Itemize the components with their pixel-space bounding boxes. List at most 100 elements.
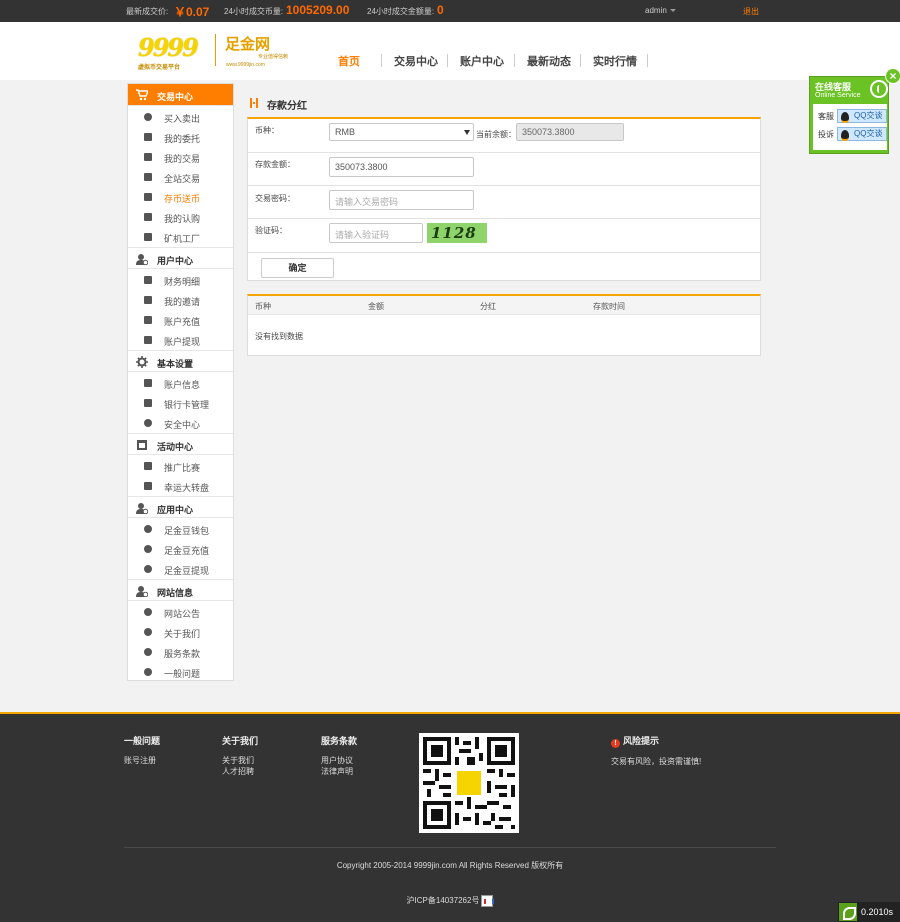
captcha-input[interactable]: 请输入验证码	[329, 223, 423, 243]
sidebar-item-faq[interactable]: 一般问题	[128, 662, 233, 682]
footer-link-about[interactable]: 关于我们	[222, 755, 258, 766]
leaf-icon	[839, 903, 857, 921]
info-icon	[144, 545, 152, 553]
logout-link[interactable]: 退出	[743, 6, 759, 17]
sidebar: 交易中心 买入卖出 我的委托 我的交易 全站交易 存币送币 我的认购 矿机工厂 …	[127, 83, 234, 681]
sidebar-group-user[interactable]: 用户中心	[128, 247, 233, 269]
sidebar-item-announcements[interactable]: 网站公告	[128, 602, 233, 622]
currency-value: RMB	[335, 127, 355, 137]
footer-col-terms: 服务条款 用户协议 法律声明	[321, 734, 357, 777]
info-icon	[144, 565, 152, 573]
card-icon	[144, 193, 152, 201]
sidebar-item-withdraw[interactable]: 账户提现	[128, 330, 233, 350]
footer-link-jobs[interactable]: 人才招聘	[222, 766, 258, 777]
sidebar-group-activity[interactable]: 活动中心	[128, 433, 233, 455]
password-label: 交易密码：	[255, 194, 295, 203]
currency-select[interactable]: RMB	[329, 123, 474, 141]
sidebar-item-lucky-wheel[interactable]: 幸运大转盘	[128, 476, 233, 496]
page-timer: 0.2010s	[838, 902, 900, 922]
captcha-image[interactable]: 1128	[427, 223, 487, 243]
sidebar-item-finance-detail[interactable]: 财务明细	[128, 270, 233, 290]
stats-icon[interactable]	[481, 895, 495, 907]
nav-trade-center[interactable]: 交易中心	[394, 53, 438, 69]
nav-separator	[580, 54, 581, 67]
user-menu[interactable]: admin	[645, 6, 676, 15]
card-icon	[144, 336, 152, 344]
sidebar-group-trade[interactable]: 交易中心	[128, 84, 233, 106]
sidebar-item-label: 网站公告	[164, 609, 201, 619]
empty-message: 没有找到数据	[255, 332, 303, 341]
sidebar-item-promo-contest[interactable]: 推广比赛	[128, 456, 233, 476]
sidebar-item-about-us[interactable]: 关于我们	[128, 622, 233, 642]
cart-icon	[136, 89, 148, 101]
sidebar-item-buy-sell[interactable]: 买入卖出	[128, 107, 233, 127]
info-icon	[144, 113, 152, 121]
online-service-widget: × 在线客服 Online Service 客服 QQ交谈 投诉 QQ交谈	[809, 68, 900, 154]
nav-separator	[381, 54, 382, 67]
sidebar-item-terms[interactable]: 服务条款	[128, 642, 233, 662]
sidebar-item-my-invites[interactable]: 我的邀请	[128, 290, 233, 310]
info-icon	[144, 648, 152, 656]
nav-home[interactable]: 首页	[338, 53, 360, 69]
logo-slogan: 专业值得信赖	[258, 54, 289, 60]
sidebar-item-miner-factory[interactable]: 矿机工厂	[128, 227, 233, 247]
last-price-label: 最新成交价:	[126, 7, 169, 16]
service-subtitle: Online Service	[815, 92, 861, 99]
sidebar-item-deposit-bonus[interactable]: 存币送币	[128, 187, 233, 207]
footer-heading: ! 风险提示	[611, 734, 701, 748]
amt24-value: 0	[437, 3, 444, 17]
logo-number: 9999	[138, 33, 199, 62]
sidebar-group-title: 用户中心	[157, 256, 194, 266]
sidebar-item-bank-cards[interactable]: 银行卡管理	[128, 393, 233, 413]
timer-value: 0.2010s	[861, 907, 894, 917]
user-icon	[136, 503, 148, 514]
sidebar-item-account-info[interactable]: 账户信息	[128, 373, 233, 393]
sidebar-item-label: 账户信息	[164, 380, 201, 390]
logo-domain: www.9999jin.com	[226, 62, 265, 68]
sidebar-item-label: 关于我们	[164, 629, 201, 639]
amount-input[interactable]: 350073.3800	[329, 157, 474, 177]
sidebar-item-my-subscriptions[interactable]: 我的认购	[128, 207, 233, 227]
sidebar-item-recharge[interactable]: 账户充值	[128, 310, 233, 330]
sidebar-item-my-trades[interactable]: 我的交易	[128, 147, 233, 167]
last-price-value: ￥0.07	[174, 5, 210, 19]
sidebar-group-site-info[interactable]: 网站信息	[128, 579, 233, 601]
sidebar-group-settings[interactable]: 基本设置	[128, 350, 233, 372]
service-box: 客服 QQ交谈 投诉 QQ交谈	[813, 104, 887, 150]
info-icon	[144, 608, 152, 616]
password-input[interactable]: 请输入交易密码	[329, 190, 474, 210]
sidebar-item-security[interactable]: 安全中心	[128, 413, 233, 433]
alert-icon: !	[611, 739, 620, 748]
sidebar-item-label: 账户提现	[164, 337, 201, 347]
sidebar-group-apps[interactable]: 应用中心	[128, 496, 233, 518]
footer-link-register[interactable]: 账号注册	[124, 755, 160, 766]
sidebar-item-bean-withdraw[interactable]: 足金豆提现	[128, 559, 233, 579]
qq-chat-button[interactable]: QQ交谈	[837, 109, 887, 123]
logo-brand: 足金网	[225, 35, 271, 53]
sidebar-item-my-orders[interactable]: 我的委托	[128, 127, 233, 147]
icp-text[interactable]: 沪ICP备14037262号	[407, 896, 480, 905]
sidebar-item-bean-wallet[interactable]: 足金豆钱包	[128, 519, 233, 539]
site-logo[interactable]: 9999 足金网 专业值得信赖 虚拟币交易平台 www.9999jin.com	[138, 31, 303, 71]
nav-news[interactable]: 最新动态	[527, 53, 571, 69]
info-icon	[144, 525, 152, 533]
sidebar-group-title: 应用中心	[157, 505, 194, 515]
footer-link-agreement[interactable]: 用户协议	[321, 755, 357, 766]
footer-link-legal[interactable]: 法律声明	[321, 766, 357, 777]
sidebar-item-all-trades[interactable]: 全站交易	[128, 167, 233, 187]
copyright: Copyright 2005-2014 9999jin.com All Righ…	[336, 861, 564, 870]
balance-label: 当前余额：	[476, 130, 516, 139]
qq-complaint-button[interactable]: QQ交谈	[837, 127, 887, 141]
footer-heading: 服务条款	[321, 736, 358, 746]
submit-button[interactable]: 确定	[261, 258, 334, 278]
logo-tagline: 虚拟币交易平台	[138, 65, 181, 71]
user-icon	[136, 254, 148, 265]
nav-market[interactable]: 实时行情	[593, 53, 637, 69]
nav-account-center[interactable]: 账户中心	[460, 53, 504, 69]
bar-chart-icon	[144, 462, 152, 470]
footer-heading: 关于我们	[222, 736, 259, 746]
sidebar-item-bean-recharge[interactable]: 足金豆充值	[128, 539, 233, 559]
close-icon[interactable]: ×	[885, 68, 900, 84]
qr-code	[419, 733, 519, 833]
calendar-icon	[137, 440, 147, 450]
